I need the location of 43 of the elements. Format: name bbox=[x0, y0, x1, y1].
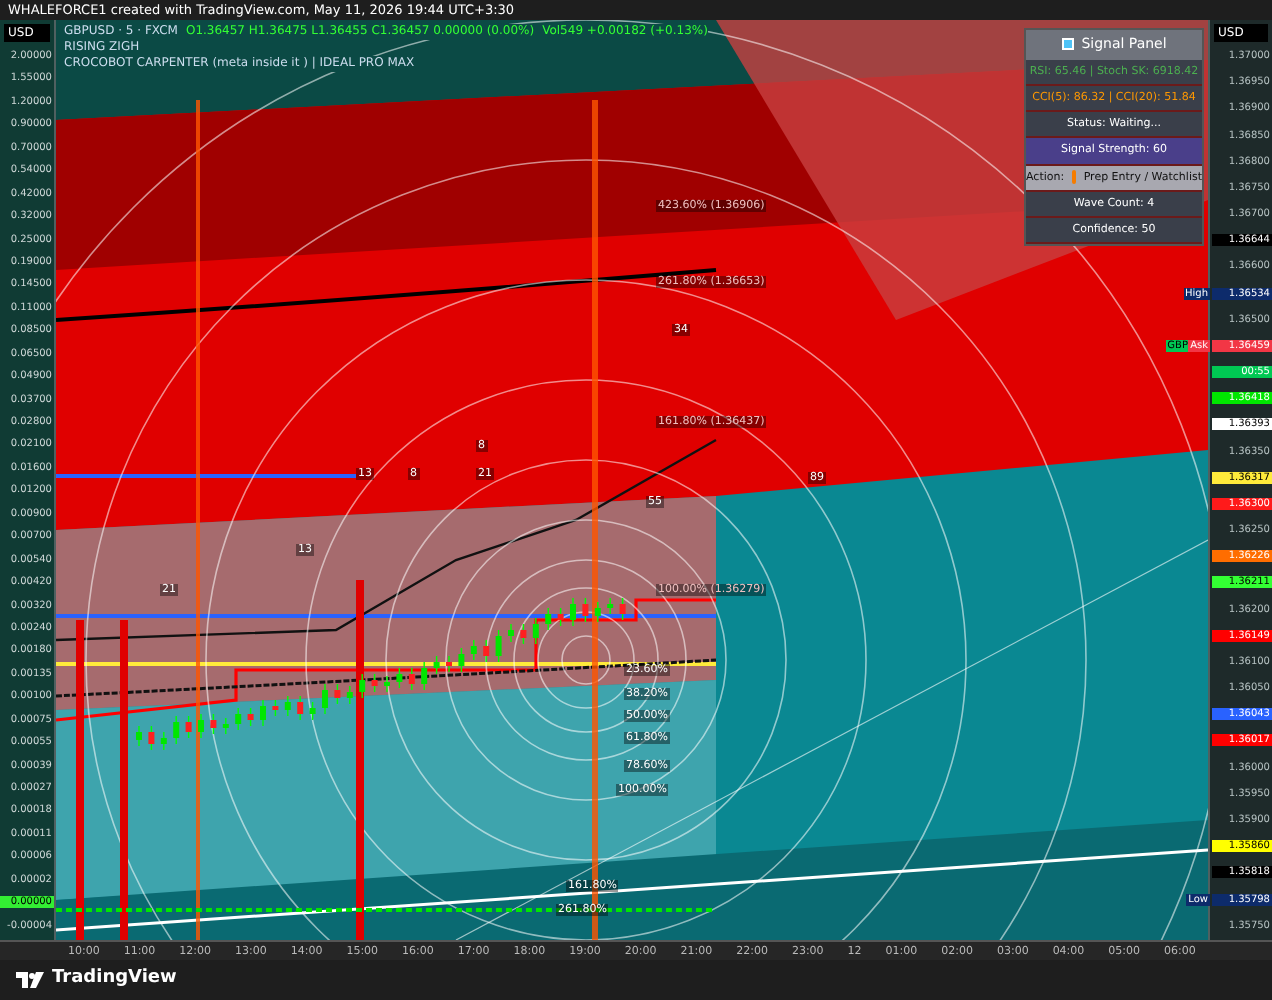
candle bbox=[421, 661, 428, 691]
candle bbox=[235, 707, 242, 731]
candle bbox=[260, 699, 266, 727]
logo-icon bbox=[16, 972, 44, 988]
candle bbox=[371, 673, 378, 693]
candle bbox=[346, 685, 353, 705]
candle bbox=[446, 655, 452, 673]
candle bbox=[198, 713, 204, 739]
candle bbox=[210, 713, 217, 735]
candle bbox=[433, 655, 440, 675]
candle bbox=[359, 673, 366, 699]
candle bbox=[173, 715, 180, 745]
candle bbox=[284, 695, 291, 717]
candle bbox=[545, 607, 552, 631]
panel-icon bbox=[1061, 38, 1074, 51]
candle bbox=[247, 707, 254, 727]
candle bbox=[520, 623, 527, 645]
candle bbox=[557, 607, 564, 627]
candle bbox=[408, 667, 415, 691]
candle bbox=[607, 597, 614, 615]
candle bbox=[582, 597, 589, 623]
candle bbox=[136, 725, 142, 747]
candle bbox=[483, 639, 490, 663]
candle bbox=[160, 731, 167, 751]
candle bbox=[272, 699, 279, 717]
candle bbox=[508, 623, 514, 643]
candle bbox=[322, 683, 328, 715]
candle bbox=[396, 667, 403, 689]
candle bbox=[334, 683, 341, 705]
candle bbox=[297, 695, 304, 721]
candle bbox=[594, 601, 601, 623]
candle bbox=[185, 715, 192, 739]
candle bbox=[495, 629, 502, 663]
candle bbox=[148, 725, 155, 751]
candle bbox=[309, 701, 316, 721]
candle bbox=[570, 597, 576, 627]
candle bbox=[619, 597, 626, 621]
candle bbox=[384, 675, 390, 693]
candle bbox=[532, 617, 539, 645]
brand-name: TradingView bbox=[52, 966, 177, 993]
candle bbox=[222, 717, 229, 735]
candle bbox=[470, 639, 477, 661]
candle bbox=[458, 647, 465, 673]
